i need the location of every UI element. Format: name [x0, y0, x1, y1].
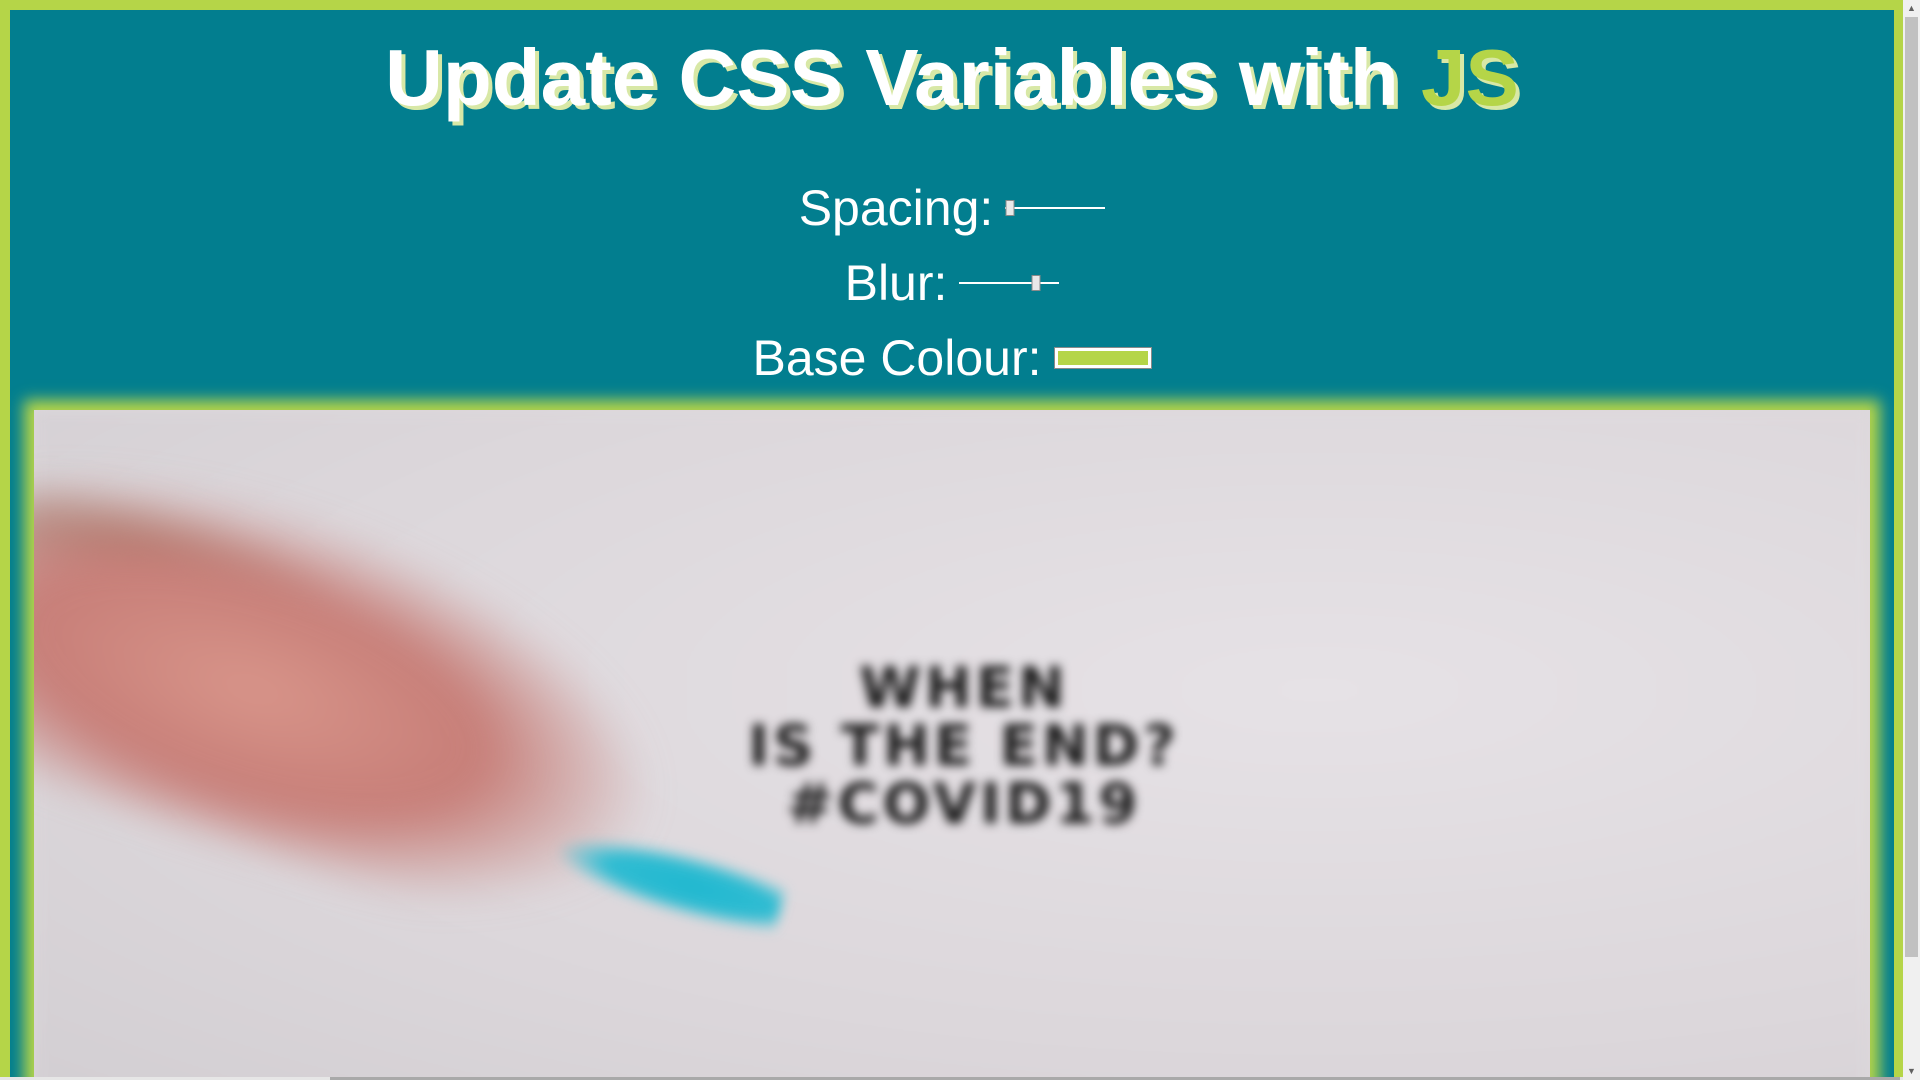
vertical-scrollbar-thumb[interactable] [1905, 17, 1918, 957]
title-highlight: JS [1421, 33, 1519, 122]
spacing-control: Spacing: [10, 170, 1894, 245]
spacing-label: Spacing: [798, 179, 994, 236]
base-colour-control: Base Colour: [10, 320, 1894, 395]
blur-label: Blur: [844, 254, 948, 311]
blur-control: Blur: [10, 245, 1894, 320]
scroll-down-arrow-icon[interactable]: ▼ [1903, 1063, 1920, 1080]
vertical-scrollbar[interactable]: ▲ ▼ [1903, 0, 1920, 1080]
base-colour-label: Base Colour: [752, 329, 1042, 386]
photo-text-line-3: #COVID19 [786, 772, 1142, 837]
blur-slider[interactable] [959, 271, 1060, 295]
blur-slider-track [959, 281, 1060, 284]
controls-panel: Spacing: Blur: Base Colour: [10, 170, 1894, 395]
blur-slider-thumb[interactable] [1031, 274, 1041, 291]
page-title: Update CSS Variables with JS [10, 32, 1894, 124]
blurred-photo: WHEN IS THE END? #COVID19 [34, 410, 1870, 1080]
title-text: Update CSS Variables with [385, 33, 1421, 122]
photo-text-line-1: WHEN [859, 656, 1069, 721]
base-colour-picker[interactable] [1053, 346, 1152, 369]
page-body: Update CSS Variables with JS Spacing: Bl… [10, 10, 1894, 1080]
scroll-up-arrow-icon[interactable]: ▲ [1903, 0, 1920, 17]
spacing-slider[interactable] [1005, 196, 1106, 220]
photo-whiteboard-text: WHEN IS THE END? #COVID19 [594, 660, 1334, 834]
spacing-slider-track [1005, 206, 1106, 209]
spacing-slider-thumb[interactable] [1005, 199, 1015, 216]
photo-text-line-2: IS THE END? [748, 714, 1180, 779]
base-colour-swatch-fill [1057, 350, 1148, 365]
